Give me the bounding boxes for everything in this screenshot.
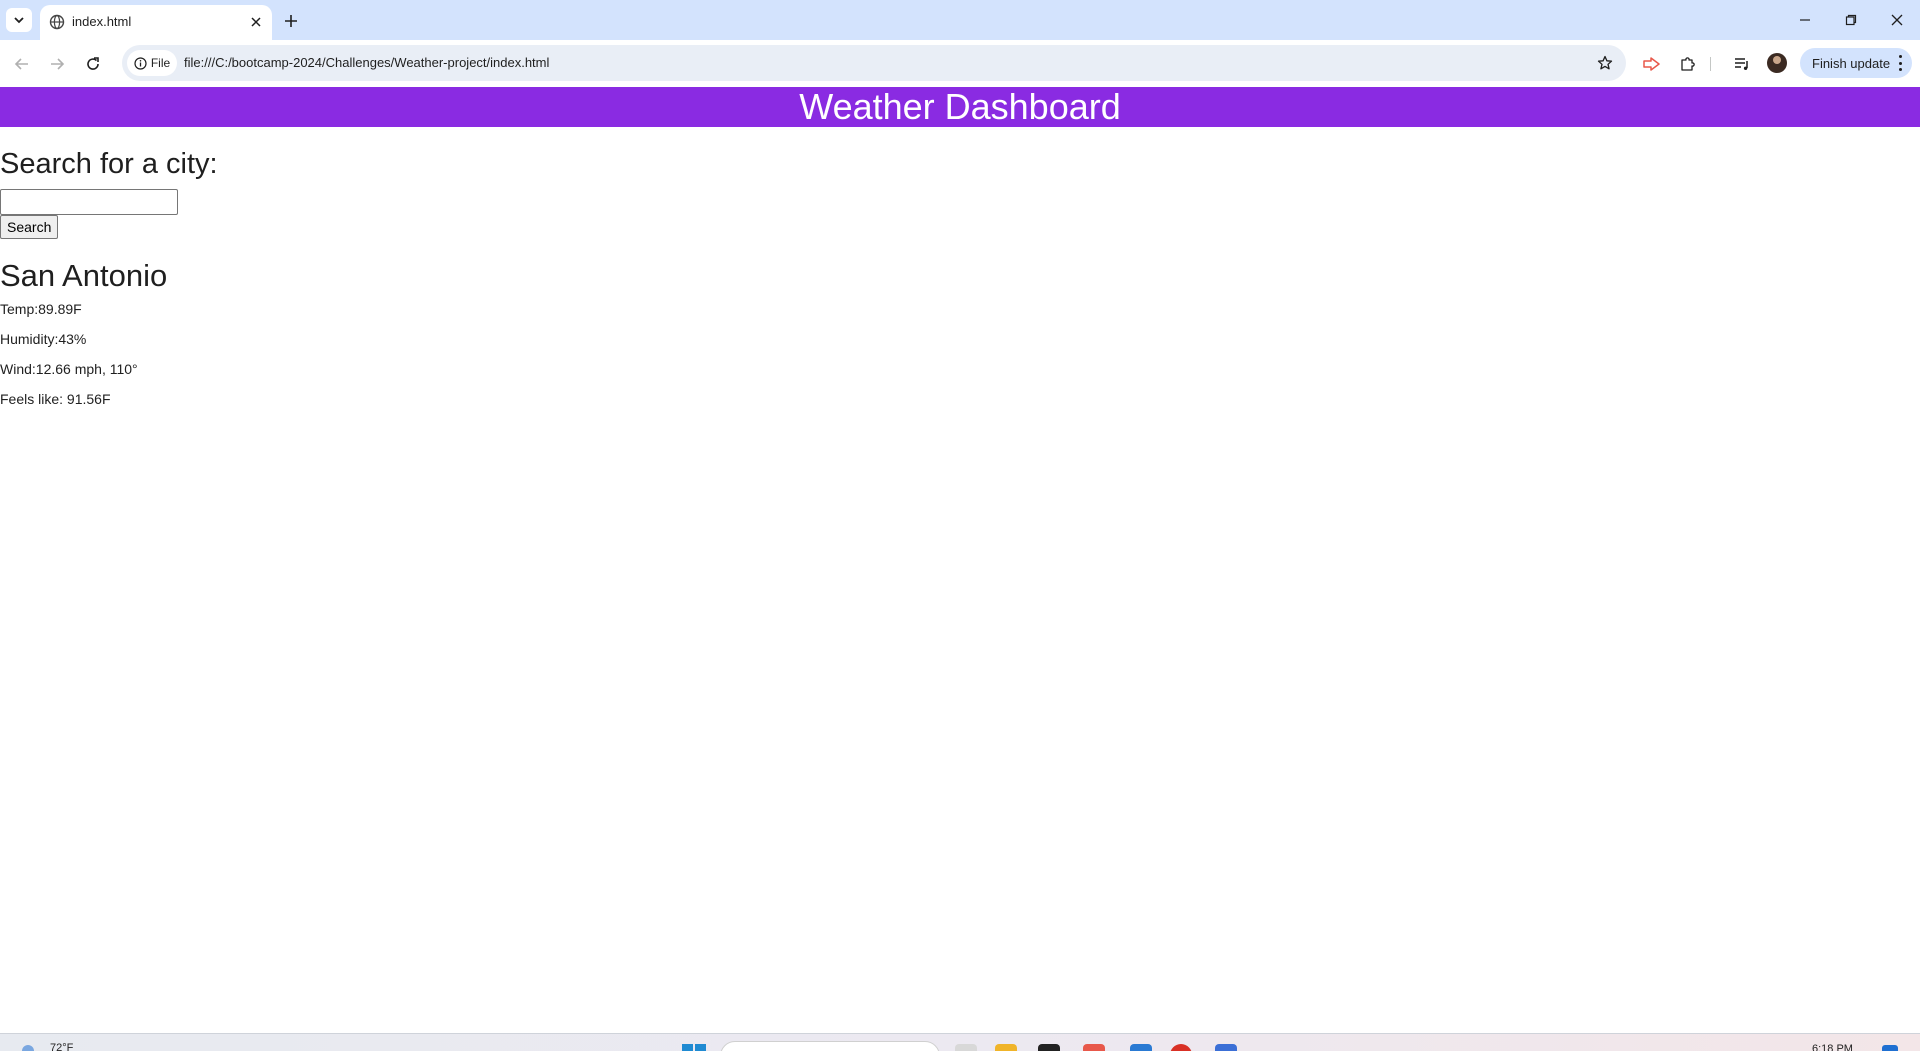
new-tab-button[interactable] — [280, 10, 302, 32]
address-bar[interactable]: File file:///C:/bootcamp-2024/Challenges… — [122, 45, 1626, 81]
search-button[interactable]: Search — [0, 215, 59, 239]
plus-icon — [285, 15, 297, 27]
close-window-button[interactable] — [1874, 0, 1920, 40]
reload-button[interactable] — [79, 50, 107, 78]
globe-icon — [49, 14, 65, 30]
browser-toolbar: File file:///C:/bootcamp-2024/Challenges… — [0, 40, 1920, 87]
info-icon — [134, 56, 147, 70]
chevron-down-icon — [14, 17, 24, 24]
web-page: Weather Dashboard Search for a city: Sea… — [0, 87, 1920, 1033]
tab-strip: index.html — [0, 0, 1920, 40]
extensions-button[interactable] — [1676, 52, 1700, 76]
city-search-input[interactable] — [0, 189, 178, 215]
minimize-icon — [1800, 19, 1810, 21]
arrow-extension-icon — [1643, 57, 1660, 71]
tab-search-button[interactable] — [6, 8, 32, 32]
site-chip-label: File — [150, 56, 171, 70]
humidity-text: Humidity:43% — [0, 331, 87, 347]
feels-like-text: Feels like: 91.56F — [0, 391, 111, 407]
tab-close-button[interactable] — [248, 14, 264, 30]
back-button[interactable] — [8, 50, 36, 78]
finish-update-button[interactable]: Finish update — [1800, 48, 1912, 78]
page-title: Weather Dashboard — [799, 87, 1121, 127]
media-controls-button[interactable] — [1730, 52, 1754, 76]
notification-icon[interactable] — [1882, 1045, 1898, 1051]
page-header: Weather Dashboard — [0, 87, 1920, 127]
site-info-chip[interactable]: File — [127, 50, 177, 76]
restore-icon — [1845, 14, 1857, 26]
restore-button[interactable] — [1828, 0, 1874, 40]
city-name: San Antonio — [0, 258, 168, 293]
arrow-left-icon — [14, 58, 28, 70]
wind-text: Wind:12.66 mph, 110° — [0, 361, 138, 377]
minimize-button[interactable] — [1782, 0, 1828, 40]
weather-widget-icon[interactable] — [22, 1045, 34, 1051]
current-weather: San Antonio Temp:89.89F Humidity:43% Win… — [0, 259, 1920, 421]
temperature-text: Temp:89.89F — [0, 301, 82, 317]
browser-tab[interactable]: index.html — [40, 5, 272, 40]
forward-button[interactable] — [43, 50, 71, 78]
arrow-right-icon — [51, 58, 65, 70]
search-heading: Search for a city: — [0, 148, 218, 180]
star-icon — [1597, 55, 1613, 70]
finish-update-label: Finish update — [1812, 55, 1891, 71]
close-icon — [1891, 14, 1903, 26]
playlist-icon — [1735, 58, 1748, 70]
puzzle-icon — [1681, 57, 1695, 71]
profile-avatar[interactable] — [1767, 53, 1787, 73]
toolbar-divider — [1710, 57, 1711, 71]
reload-icon — [87, 57, 99, 70]
bookmark-button[interactable] — [1594, 52, 1616, 74]
taskbar: 72°F 6:18 PM — [0, 1033, 1920, 1051]
more-menu-icon — [1898, 55, 1902, 71]
tab-title: index.html — [72, 14, 132, 29]
url-text[interactable]: file:///C:/bootcamp-2024/Challenges/Weat… — [184, 55, 549, 70]
close-icon — [251, 17, 261, 27]
extension-red-button[interactable] — [1640, 52, 1664, 76]
